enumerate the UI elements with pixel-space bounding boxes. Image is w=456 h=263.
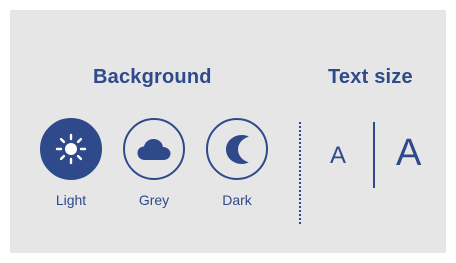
grey-option-label: Grey (138, 192, 170, 208)
dark-option-circle[interactable] (206, 118, 268, 180)
background-option-dark[interactable]: Dark (206, 118, 268, 213)
cloud-icon (137, 139, 171, 160)
light-option-circle[interactable] (40, 118, 102, 180)
text-size-large-button[interactable]: A (396, 134, 421, 172)
section-divider (299, 122, 301, 224)
reading-settings-panel: Background Text size Light Grey Dark A A (10, 10, 446, 253)
dark-option-label: Dark (222, 192, 252, 208)
light-option-label: Light (55, 192, 87, 208)
sun-icon (55, 133, 87, 165)
text-size-separator (373, 122, 375, 188)
text-size-small-button[interactable]: A (330, 144, 346, 168)
background-heading: Background (93, 66, 212, 88)
moon-icon (226, 135, 249, 164)
background-option-grey[interactable]: Grey (123, 118, 185, 213)
background-option-light[interactable]: Light (40, 118, 102, 213)
text-size-heading: Text size (328, 66, 413, 88)
grey-option-circle[interactable] (123, 118, 185, 180)
